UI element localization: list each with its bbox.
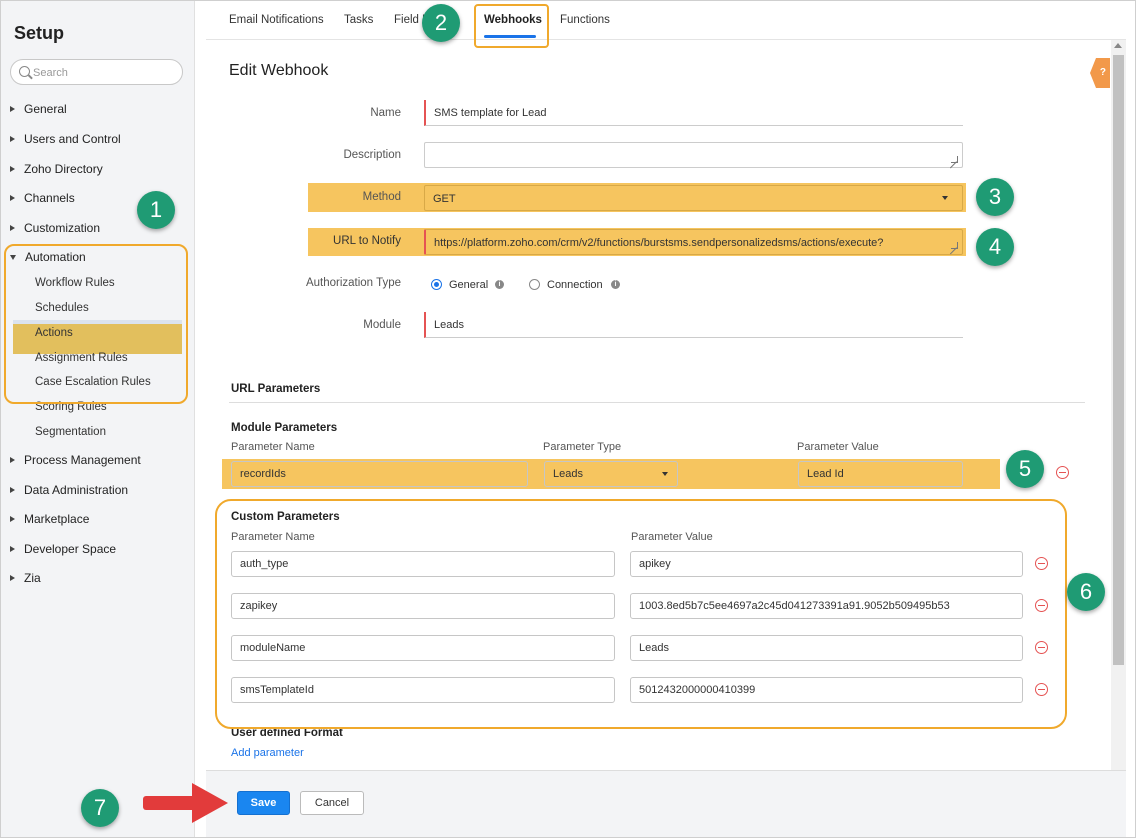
caret-right-icon — [10, 195, 15, 201]
sidebar-item-label: Zoho Directory — [24, 162, 103, 176]
sidebar-item-marketplace[interactable]: Marketplace — [10, 510, 89, 528]
module-params-title: Module Parameters — [231, 422, 338, 434]
page-title: Edit Webhook — [229, 62, 329, 79]
auth-connection-label: Connection — [547, 279, 603, 291]
method-label: Method — [362, 191, 401, 203]
annotation-badge-2: 2 — [422, 4, 460, 42]
sidebar-item-label: Process Management — [24, 453, 141, 467]
annotation-badge-7: 7 — [81, 789, 119, 827]
url-field[interactable]: https://platform.zoho.com/crm/v2/functio… — [424, 229, 963, 255]
method-select[interactable]: GET — [424, 185, 963, 211]
sidebar-item-general[interactable]: General — [10, 100, 67, 118]
sidebar-search[interactable] — [10, 59, 183, 85]
caret-right-icon — [10, 225, 15, 231]
search-icon — [19, 66, 30, 77]
caret-right-icon — [10, 575, 15, 581]
sidebar-item-label: Zia — [24, 571, 41, 585]
module-param-name[interactable]: recordIds — [231, 461, 528, 487]
annotation-outline-sidebar — [4, 244, 188, 404]
sidebar-item-label: Channels — [24, 191, 75, 205]
sidebar-item-zoho-directory[interactable]: Zoho Directory — [10, 160, 103, 178]
url-params-title: URL Parameters — [231, 383, 321, 395]
caret-right-icon — [10, 457, 15, 463]
caret-right-icon — [10, 487, 15, 493]
search-input[interactable] — [33, 64, 173, 81]
sidebar-item-label: General — [24, 102, 67, 116]
cancel-button[interactable]: Cancel — [300, 791, 364, 815]
col-parameter-type: Parameter Type — [543, 441, 622, 453]
module-label: Module — [363, 319, 401, 331]
caret-right-icon — [10, 546, 15, 552]
tab-email-notifications[interactable]: Email Notifications — [229, 14, 324, 26]
sidebar-item-label: Data Administration — [24, 483, 129, 497]
sidebar-item-process-management[interactable]: Process Management — [10, 451, 141, 469]
sidebar-item-label: Users and Control — [24, 132, 121, 146]
caret-right-icon — [10, 166, 15, 172]
tab-functions[interactable]: Functions — [560, 14, 610, 26]
auth-connection-radio[interactable] — [529, 279, 540, 290]
auth-general-radio[interactable] — [431, 279, 442, 290]
annotation-badge-4: 4 — [976, 228, 1014, 266]
annotation-badge-5: 5 — [1006, 450, 1044, 488]
resize-handle-icon[interactable] — [951, 156, 958, 163]
sidebar-subitem-segmentation[interactable]: Segmentation — [35, 423, 106, 441]
chevron-down-icon — [662, 472, 668, 476]
scroll-up-icon[interactable] — [1114, 43, 1122, 48]
caret-right-icon — [10, 106, 15, 112]
auth-general-label: General — [449, 279, 489, 291]
description-field[interactable] — [424, 142, 963, 168]
add-parameter-link[interactable]: Add parameter — [231, 747, 304, 759]
name-field[interactable]: SMS template for Lead — [424, 100, 963, 126]
remove-icon[interactable] — [1056, 466, 1069, 479]
sidebar-item-data-administration[interactable]: Data Administration — [10, 481, 128, 499]
col-parameter-value: Parameter Value — [797, 441, 879, 453]
sidebar-item-developer-space[interactable]: Developer Space — [10, 540, 116, 558]
sidebar-item-label: Developer Space — [24, 542, 117, 556]
tab-tasks[interactable]: Tasks — [344, 14, 373, 26]
scrollbar-thumb[interactable] — [1113, 55, 1124, 665]
module-param-value[interactable]: Lead Id — [798, 461, 963, 487]
caret-right-icon — [10, 136, 15, 142]
save-button[interactable]: Save — [237, 791, 290, 815]
annotation-badge-3: 3 — [976, 178, 1014, 216]
arrow-right-icon — [192, 783, 228, 823]
sidebar-title: Setup — [14, 23, 65, 43]
caret-right-icon — [10, 516, 15, 522]
description-label: Description — [343, 149, 401, 161]
sidebar-item-channels[interactable]: Channels — [10, 189, 75, 207]
sidebar-item-label: Marketplace — [24, 512, 90, 526]
annotation-arrow — [143, 796, 198, 810]
info-icon[interactable]: i — [611, 280, 620, 289]
url-label: URL to Notify — [333, 235, 401, 247]
sidebar-item-customization[interactable]: Customization — [10, 219, 100, 237]
module-field[interactable]: Leads — [424, 312, 963, 338]
module-param-type-select[interactable]: Leads — [544, 461, 678, 487]
name-label: Name — [370, 107, 401, 119]
sidebar-item-zia[interactable]: Zia — [10, 569, 41, 587]
setup-sidebar: Setup General Users and Control Zoho Dir… — [0, 0, 195, 838]
annotation-badge-6: 6 — [1067, 573, 1105, 611]
info-icon[interactable]: i — [495, 280, 504, 289]
col-parameter-name: Parameter Name — [231, 441, 315, 453]
resize-handle-icon[interactable] — [951, 242, 958, 249]
annotation-outline-webhooks-tab — [474, 4, 549, 48]
annotation-badge-1: 1 — [137, 191, 175, 229]
annotation-outline-custom-params — [215, 499, 1067, 729]
sidebar-item-users-and-control[interactable]: Users and Control — [10, 130, 121, 148]
section-divider — [229, 402, 1085, 403]
chevron-down-icon — [942, 196, 948, 200]
sidebar-item-label: Customization — [24, 221, 101, 235]
auth-label: Authorization Type — [305, 277, 401, 289]
